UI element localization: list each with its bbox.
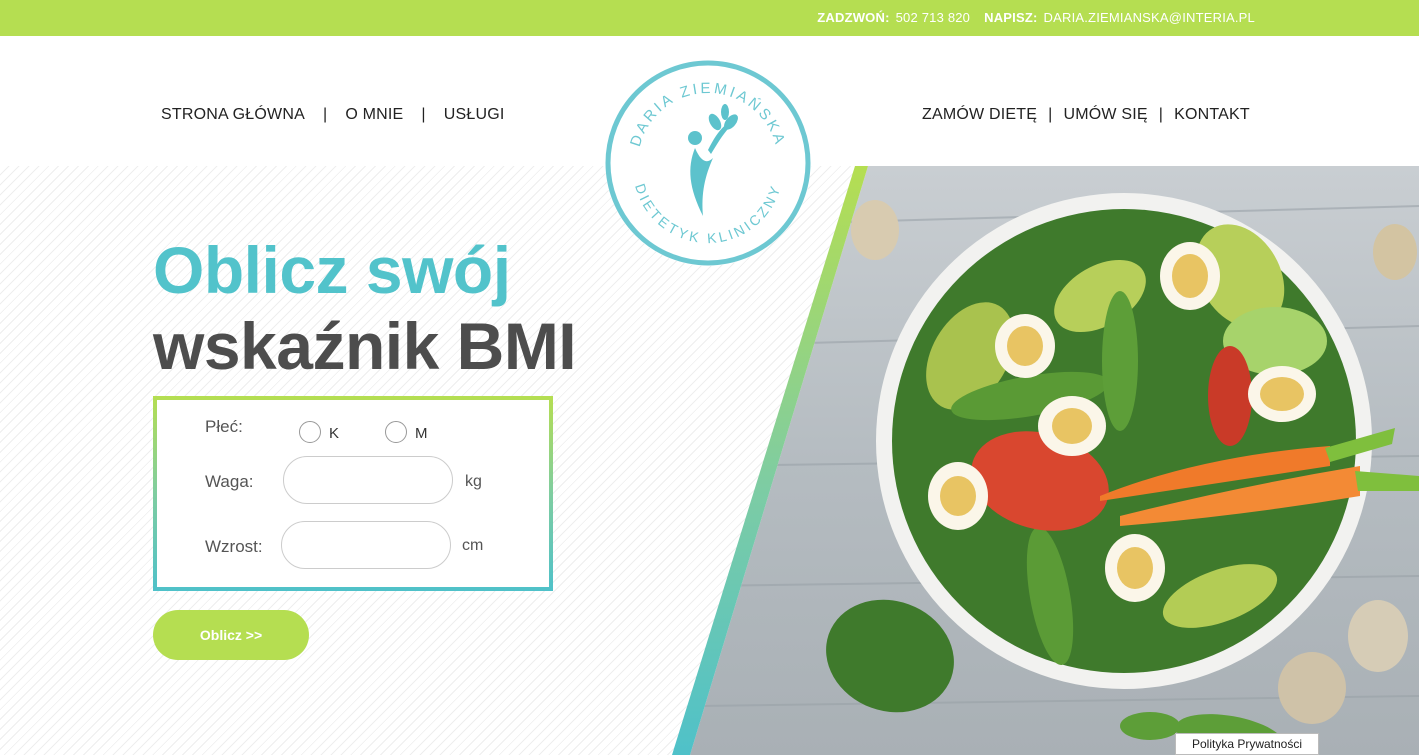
brand-logo[interactable]: DARIA ZIEMIAŃSKA DIETETYK KLINICZNY	[603, 58, 813, 268]
nav-separator: |	[421, 106, 426, 123]
nav-item-services[interactable]: USŁUGI	[444, 106, 505, 124]
radio-k[interactable]	[299, 421, 321, 443]
nav-separator: |	[1048, 106, 1053, 123]
nav-item-order-diet[interactable]: ZAMÓW DIETĘ	[922, 106, 1037, 124]
sex-label: Płeć:	[205, 417, 243, 436]
bmi-form-box: Płeć: K M Waga: kg Wzrost: cm	[153, 396, 553, 591]
main-nav-right: ZAMÓW DIETĘ | UMÓW SIĘ | KONTAKT	[922, 106, 1250, 124]
radio-m[interactable]	[385, 421, 407, 443]
height-unit: cm	[462, 537, 484, 554]
radio-k-label: K	[329, 425, 340, 442]
nav-separator: |	[322, 106, 328, 123]
radio-m-label: M	[415, 425, 428, 442]
nav-item-about[interactable]: O MNIE	[345, 106, 403, 124]
weight-input[interactable]	[283, 456, 453, 504]
contact-info: ZADZWOŃ: 502 713 820 NAPISZ: DARIA.ZIEMI…	[817, 10, 1263, 25]
nav-item-appointment[interactable]: UMÓW SIĘ	[1063, 106, 1147, 124]
write-label: NAPISZ:	[984, 10, 1038, 25]
heading-line-1: Oblicz swój	[153, 233, 511, 307]
height-input[interactable]	[281, 521, 451, 569]
weight-label: Waga:	[205, 472, 254, 491]
bmi-form: Płeć: K M Waga: kg Wzrost: cm	[157, 400, 549, 587]
calculate-button[interactable]: Oblicz >>	[153, 610, 309, 660]
height-label: Wzrost:	[205, 537, 263, 556]
hero-heading: Oblicz swój wskaźnik BMI	[153, 233, 577, 383]
weight-unit: kg	[465, 473, 482, 490]
nav-item-home[interactable]: STRONA GŁÓWNA	[161, 106, 305, 124]
phone-link[interactable]: 502 713 820	[896, 10, 971, 25]
nav-item-contact[interactable]: KONTAKT	[1174, 106, 1250, 124]
top-contact-bar: ZADZWOŃ: 502 713 820 NAPISZ: DARIA.ZIEMI…	[0, 0, 1419, 36]
email-link[interactable]: DARIA.ZIEMIANSKA@INTERIA.PL	[1044, 10, 1255, 25]
nav-separator: |	[1158, 106, 1164, 123]
logo-emblem: DARIA ZIEMIAŃSKA DIETETYK KLINICZNY	[605, 60, 811, 266]
privacy-policy-link[interactable]: Polityka Prywatności	[1175, 733, 1319, 755]
heading-line-2: wskaźnik BMI	[153, 309, 577, 383]
main-nav-left: STRONA GŁÓWNA | O MNIE | USŁUGI	[161, 106, 505, 124]
call-label: ZADZWOŃ:	[817, 10, 890, 25]
